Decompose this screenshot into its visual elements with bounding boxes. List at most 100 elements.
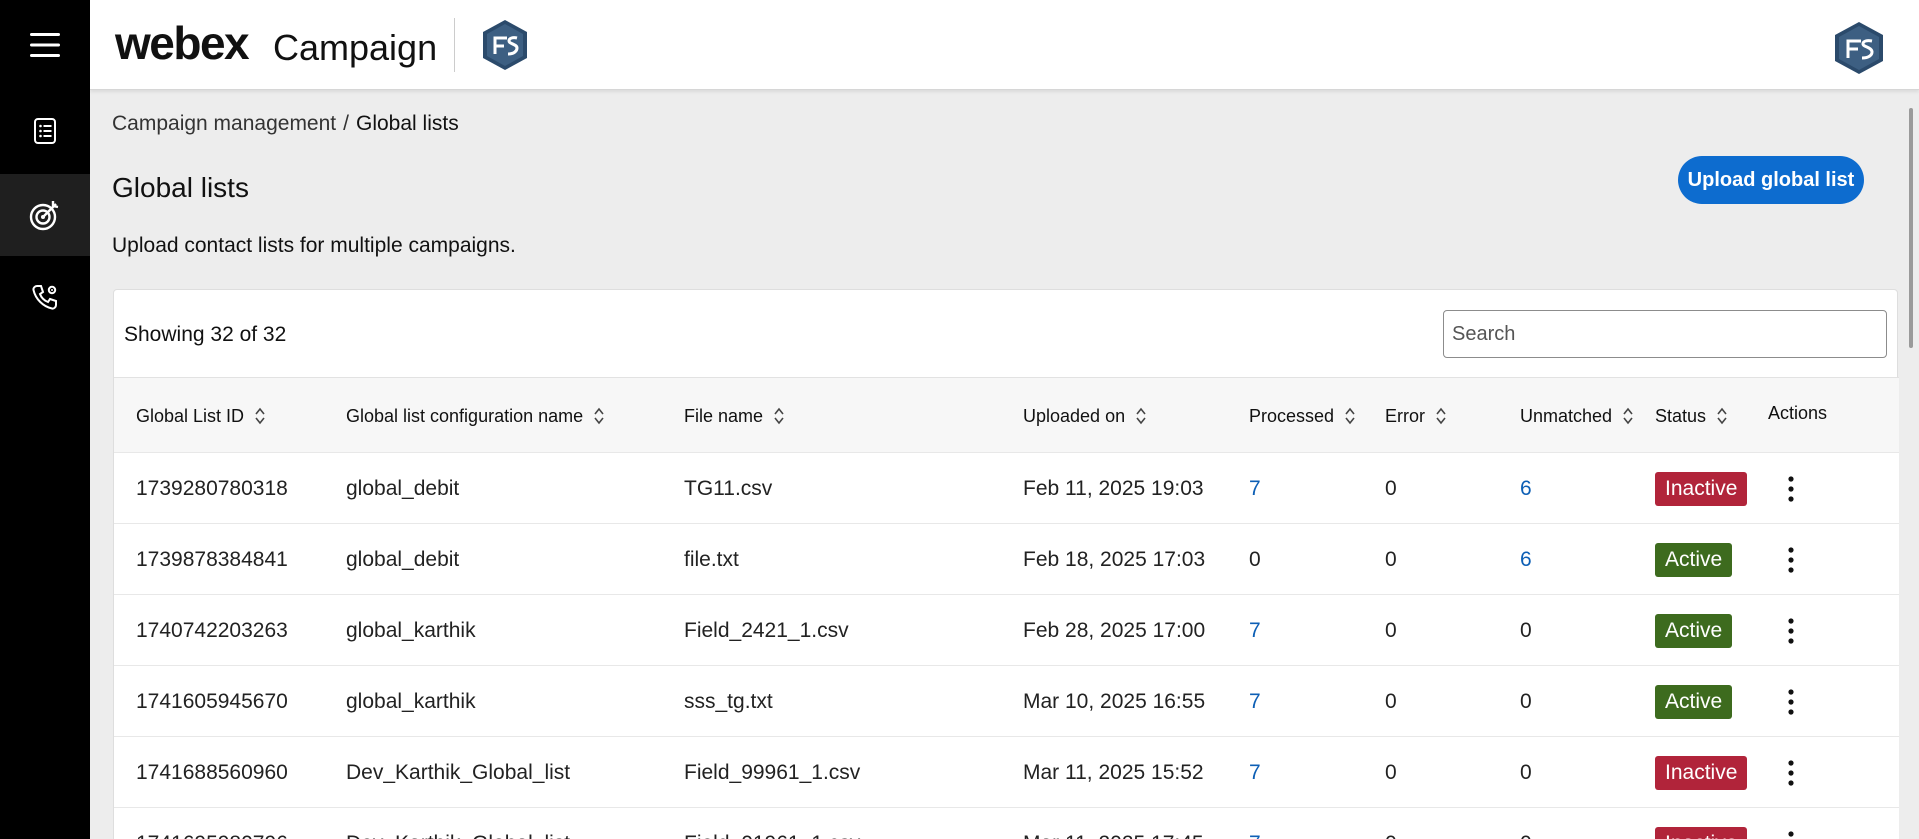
cell-config-name: Dev_Karthik_Global_list <box>346 760 571 784</box>
header-divider <box>454 18 455 72</box>
row-actions-menu-icon[interactable] <box>1779 753 1803 793</box>
cell-file-name: sss_tg.txt <box>684 689 773 713</box>
cell-file-name: file.txt <box>684 547 739 571</box>
cell-uploaded-on: Mar 10, 2025 16:55 <box>1023 689 1206 713</box>
table-row: 1740742203263 global_karthik Field_2421_… <box>114 595 1899 666</box>
column-header-label: Unmatched <box>1520 405 1613 426</box>
column-header-unmatched[interactable]: Unmatched <box>1520 378 1634 454</box>
org-logo-icon <box>483 20 527 70</box>
target-campaign-icon <box>29 201 59 231</box>
hamburger-menu-icon <box>30 33 60 57</box>
table-row: 1739280780318 global_debit TG11.csv Feb … <box>114 453 1899 524</box>
cell-file-name: Field_01961_1.csv <box>684 808 860 839</box>
cell-id: 1739280780318 <box>136 476 288 500</box>
status-badge: Active <box>1655 613 1733 648</box>
column-header-label: Uploaded on <box>1023 405 1126 426</box>
status-badge: Inactive <box>1655 826 1748 839</box>
sort-icon[interactable] <box>1344 406 1356 426</box>
cell-error: 0 <box>1385 689 1397 713</box>
cell-processed-link[interactable]: 7 <box>1249 666 1261 737</box>
cell-id: 1740742203263 <box>136 618 288 642</box>
table-row: 1741695980796 Dev_Karthik_Global_list Fi… <box>114 808 1899 839</box>
row-actions-menu-icon[interactable] <box>1779 469 1803 509</box>
profile-avatar-icon[interactable] <box>1832 20 1886 76</box>
cell-uploaded-on: Feb 28, 2025 17:00 <box>1023 618 1206 642</box>
row-actions-menu-icon[interactable] <box>1779 682 1803 722</box>
cell-error: 0 <box>1385 760 1397 784</box>
cell-file-name: TG11.csv <box>684 476 773 500</box>
table-row: 1739878384841 global_debit file.txt Feb … <box>114 524 1899 595</box>
webex-logo: webex <box>115 17 250 69</box>
row-actions-menu-icon[interactable] <box>1779 611 1803 651</box>
table-row: 1741605945670 global_karthik sss_tg.txt … <box>114 666 1899 737</box>
sort-icon[interactable] <box>1435 406 1447 426</box>
cell-unmatched: 0 <box>1520 618 1532 642</box>
column-header-status[interactable]: Status <box>1655 378 1728 454</box>
breadcrumb: Campaign management / Global lists <box>112 112 459 136</box>
sidebar-item-campaign[interactable] <box>0 174 90 256</box>
column-header-label: File name <box>684 405 764 426</box>
cell-config-name: global_karthik <box>346 689 476 713</box>
left-sidebar <box>0 0 90 839</box>
cell-unmatched-link[interactable]: 6 <box>1520 453 1532 524</box>
table-header: Global List ID Global list configuration… <box>114 377 1899 453</box>
row-actions-menu-icon[interactable] <box>1779 540 1803 580</box>
column-header-label: Status <box>1655 405 1707 426</box>
cell-processed-link[interactable]: 7 <box>1249 737 1261 808</box>
list-document-icon <box>34 118 56 144</box>
top-header: webex Campaign <box>90 0 1919 90</box>
phone-settings-icon <box>32 285 57 310</box>
cell-uploaded-on: Mar 11, 2025 15:52 <box>1023 760 1204 784</box>
sort-icon[interactable] <box>1135 406 1147 426</box>
column-header-error[interactable]: Error <box>1385 378 1447 454</box>
cell-error: 0 <box>1385 618 1397 642</box>
sort-icon[interactable] <box>773 406 785 426</box>
menu-button[interactable] <box>0 0 90 90</box>
sidebar-item-lists[interactable] <box>0 90 90 172</box>
cell-processed-link[interactable]: 7 <box>1249 453 1261 524</box>
page-scrollbar[interactable] <box>1909 108 1913 348</box>
cell-uploaded-on: Feb 18, 2025 17:03 <box>1023 547 1206 571</box>
status-badge: Inactive <box>1655 471 1748 506</box>
search-input[interactable] <box>1443 310 1887 358</box>
cell-id: 1741688560960 <box>136 760 288 784</box>
cell-id: 1741605945670 <box>136 689 288 713</box>
sort-icon[interactable] <box>1716 406 1728 426</box>
column-header-id[interactable]: Global List ID <box>136 378 266 454</box>
breadcrumb-parent-link[interactable]: Campaign management <box>112 112 336 135</box>
row-actions-menu-icon[interactable] <box>1779 824 1803 839</box>
status-badge: Active <box>1655 542 1733 577</box>
cell-id: 1739878384841 <box>136 547 288 571</box>
cell-processed-link[interactable]: 7 <box>1249 595 1261 666</box>
sidebar-item-dialer[interactable] <box>0 256 90 338</box>
upload-global-list-button[interactable]: Upload global list <box>1678 156 1864 204</box>
cell-config-name: global_karthik <box>346 618 476 642</box>
column-header-label: Processed <box>1249 405 1335 426</box>
cell-unmatched: 0 <box>1520 808 1532 839</box>
cell-file-name: Field_2421_1.csv <box>684 618 849 642</box>
page-title: Global lists <box>112 172 249 203</box>
column-header-uploaded-on[interactable]: Uploaded on <box>1023 378 1147 454</box>
column-header-config-name[interactable]: Global list configuration name <box>346 378 605 454</box>
cell-uploaded-on: Feb 11, 2025 19:03 <box>1023 476 1204 500</box>
sort-icon[interactable] <box>593 406 605 426</box>
sort-icon[interactable] <box>1622 406 1634 426</box>
results-count: Showing 32 of 32 <box>124 323 287 346</box>
table-row: 1741688560960 Dev_Karthik_Global_list Fi… <box>114 737 1899 808</box>
column-header-file-name[interactable]: File name <box>684 378 785 454</box>
cell-config-name: global_debit <box>346 476 460 500</box>
breadcrumb-separator: / <box>343 112 349 135</box>
page-description: Upload contact lists for multiple campai… <box>112 234 516 257</box>
cell-error: 0 <box>1385 476 1397 500</box>
cell-processed-link[interactable]: 7 <box>1249 808 1261 839</box>
cell-error: 0 <box>1385 547 1397 571</box>
sort-icon[interactable] <box>254 406 266 426</box>
cell-config-name: global_debit <box>346 547 460 571</box>
cell-id: 1741695980796 <box>136 808 288 839</box>
cell-unmatched: 0 <box>1520 760 1532 784</box>
column-header-processed[interactable]: Processed <box>1249 378 1356 454</box>
cell-unmatched-link[interactable]: 6 <box>1520 524 1532 595</box>
cell-error: 0 <box>1385 808 1397 839</box>
column-header-label: Global List ID <box>136 405 245 426</box>
column-header-label: Error <box>1385 405 1425 426</box>
